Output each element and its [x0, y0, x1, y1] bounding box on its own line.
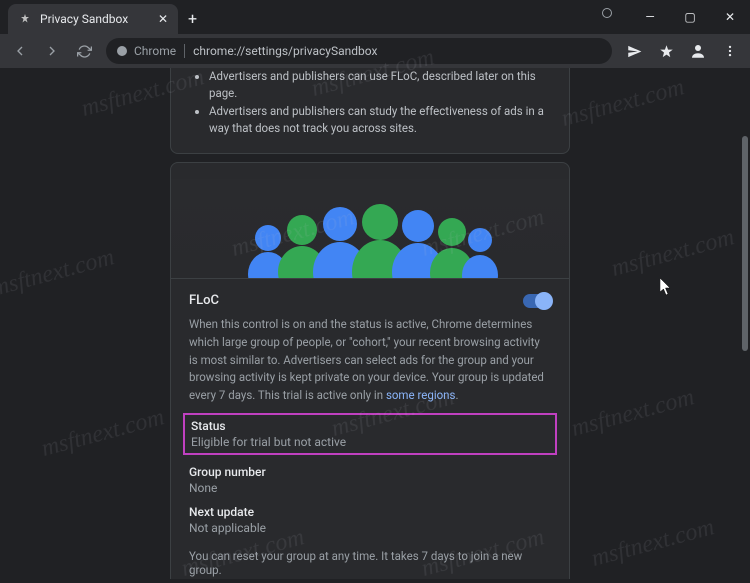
some-regions-link[interactable]: some regions [386, 388, 456, 402]
bookmark-icon[interactable] [652, 37, 680, 65]
bullet-item: Advertisers and publishers can study the… [209, 103, 551, 138]
top-card: Advertisers and publishers can use FLoC,… [170, 68, 570, 154]
back-button[interactable] [6, 37, 34, 65]
status-value: Eligible for trial but not active [191, 435, 549, 449]
group-label: Group number [189, 465, 551, 479]
floc-toggle[interactable] [523, 294, 551, 308]
floc-card: FLoC When this control is on and the sta… [170, 162, 570, 579]
content-area: Advertisers and publishers can use FLoC,… [0, 68, 750, 579]
status-label: Status [191, 419, 549, 433]
omnibox[interactable]: Chrome chrome://settings/privacySandbox [106, 38, 612, 64]
tab-favicon-icon [18, 12, 32, 26]
floc-illustration [171, 179, 569, 279]
browser-tab[interactable]: Privacy Sandbox ✕ [8, 4, 178, 34]
titlebar: Privacy Sandbox ✕ + — ▢ ✕ [0, 0, 750, 34]
reload-button[interactable] [70, 37, 98, 65]
send-tab-icon[interactable] [620, 37, 648, 65]
tab-close-icon[interactable]: ✕ [158, 12, 168, 26]
floc-title: FLoC [189, 293, 219, 308]
minimize-button[interactable]: — [630, 3, 670, 31]
next-update-value: Not applicable [189, 521, 551, 535]
profile-icon[interactable] [684, 37, 712, 65]
group-value: None [189, 481, 551, 495]
media-indicator-icon[interactable] [602, 8, 612, 18]
floc-description: When this control is on and the status i… [189, 316, 551, 405]
tab-title: Privacy Sandbox [40, 12, 150, 26]
next-update-label: Next update [189, 505, 551, 519]
chrome-icon [116, 45, 128, 57]
scrollbar[interactable] [742, 136, 748, 351]
bullet-item: Advertisers and publishers can use FLoC,… [209, 68, 551, 103]
site-chip: Chrome [116, 44, 185, 58]
close-button[interactable]: ✕ [710, 3, 750, 31]
reset-note: You can reset your group at any time. It… [189, 549, 551, 577]
new-tab-button[interactable]: + [188, 9, 197, 28]
status-highlight: Status Eligible for trial but not active [183, 413, 557, 455]
toolbar: Chrome chrome://settings/privacySandbox [0, 34, 750, 68]
site-chip-label: Chrome [134, 44, 176, 58]
maximize-button[interactable]: ▢ [670, 3, 710, 31]
url-text: chrome://settings/privacySandbox [193, 44, 377, 58]
menu-icon[interactable] [716, 37, 744, 65]
forward-button[interactable] [38, 37, 66, 65]
